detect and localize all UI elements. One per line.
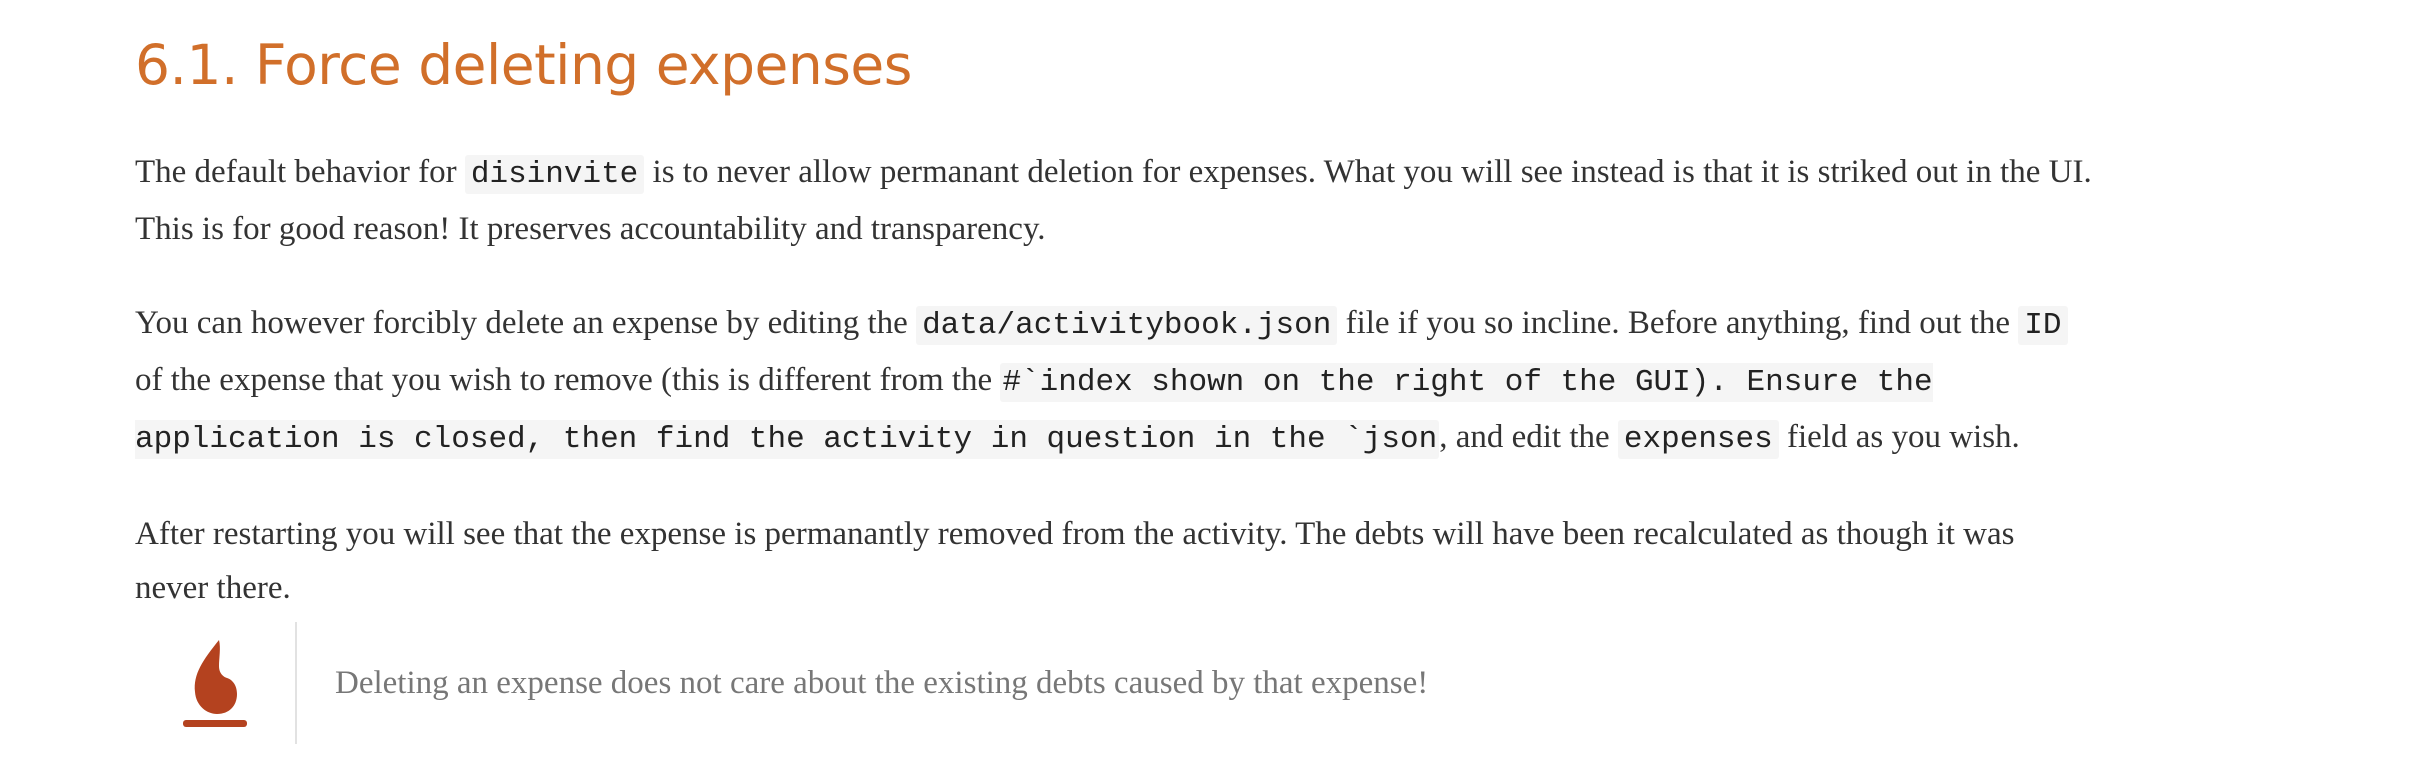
document-content: 6.1. Force deleting expenses The default… (135, 30, 2095, 615)
section-title: 6.1. Force deleting expenses (135, 33, 912, 97)
flame-icon (175, 634, 255, 734)
paragraph-text: You can however forcibly delete an expen… (135, 305, 917, 341)
document-page: 6.1. Force deleting expenses The default… (0, 0, 2434, 766)
paragraph-text: of the expense that you wish to remove (… (135, 362, 1001, 398)
paragraph-text: file if you so incline. Before anything,… (1337, 305, 2019, 341)
paragraph-after-restart: After restarting you will see that the e… (135, 516, 2015, 606)
paragraph-text: , and edit the (1439, 419, 1618, 455)
inline-code-id: ID (2018, 306, 2068, 345)
inline-code-expenses: expenses (1617, 420, 1779, 459)
paragraph-text: The default behavior for (135, 154, 465, 190)
paragraph-default-behavior: The default behavior for disinvite is to… (135, 145, 2095, 256)
inline-code-disinvite: disinvite (464, 155, 645, 194)
admonition-divider (295, 622, 297, 744)
admonition-text: Deleting an expense does not care about … (335, 665, 1429, 701)
paragraph-text: field as you wish. (1778, 419, 2020, 455)
paragraph-force-delete: You can however forcibly delete an expen… (135, 296, 2095, 467)
warning-admonition: Deleting an expense does not care about … (135, 622, 1635, 744)
inline-code-file-path: data/activitybook.json (916, 306, 1338, 345)
